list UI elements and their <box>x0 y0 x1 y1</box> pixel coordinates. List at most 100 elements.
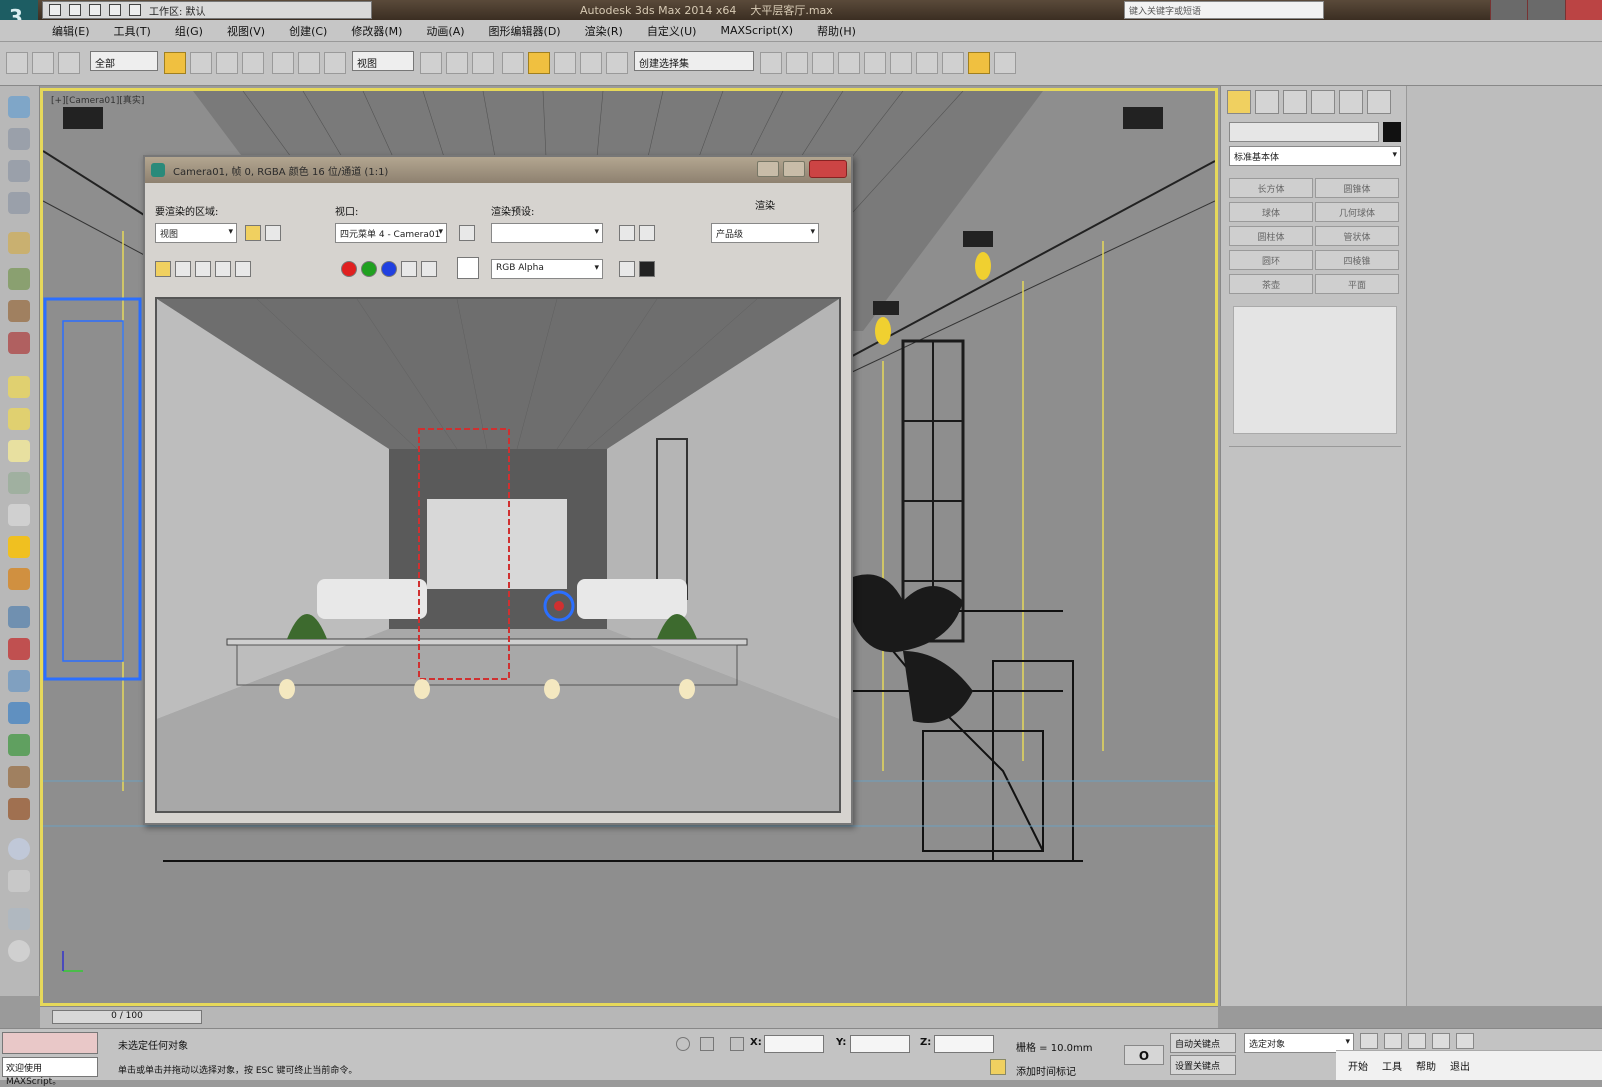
save-file-icon[interactable] <box>89 4 101 16</box>
dialog-close-button[interactable] <box>809 160 847 178</box>
taskbar-tools[interactable]: 工具 <box>1382 1058 1402 1073</box>
x-coord-field[interactable] <box>764 1035 824 1053</box>
menu-help[interactable]: 帮助(H) <box>817 23 856 39</box>
motion-tab-icon[interactable] <box>1311 90 1335 114</box>
curve-editor-icon[interactable] <box>864 52 886 74</box>
menu-views[interactable]: 视图(V) <box>227 23 265 39</box>
menu-group[interactable]: 组(G) <box>175 23 203 39</box>
mirror-icon[interactable] <box>760 52 782 74</box>
geosphere-button[interactable]: 几何球体 <box>1315 202 1399 222</box>
dialog-title-bar[interactable]: Camera01, 帧 0, RGBA 颜色 16 位/通道 (1:1) <box>145 157 851 183</box>
schematic-view-icon[interactable] <box>890 52 912 74</box>
select-manipulate-icon[interactable] <box>446 52 468 74</box>
create-tab-icon[interactable] <box>1227 90 1251 114</box>
menu-edit[interactable]: 编辑(E) <box>52 23 90 39</box>
rectangular-selection-icon[interactable] <box>216 52 238 74</box>
set-key-mode-button[interactable]: 设置关键点 <box>1170 1055 1236 1075</box>
sphere-icon[interactable] <box>8 838 30 860</box>
keyboard-shortcut-icon[interactable] <box>472 52 494 74</box>
reference-coordinate-dropdown[interactable]: 视图 <box>352 51 414 71</box>
tool-icon-6[interactable] <box>8 268 30 290</box>
taskbar-help[interactable]: 帮助 <box>1416 1058 1436 1073</box>
named-selection-dropdown[interactable]: 创建选择集 <box>634 51 754 71</box>
render-production-icon[interactable] <box>994 52 1016 74</box>
previous-frame-icon[interactable] <box>1384 1033 1402 1049</box>
object-color-swatch[interactable] <box>1383 122 1401 142</box>
link-icon[interactable] <box>6 52 28 74</box>
close-button[interactable] <box>1564 0 1602 20</box>
render-area-dropdown[interactable]: 视图 <box>155 223 237 243</box>
cone-button[interactable]: 圆锥体 <box>1315 178 1399 198</box>
copy-image-icon[interactable] <box>175 261 191 277</box>
align-icon[interactable] <box>786 52 808 74</box>
time-tag-icon[interactable] <box>990 1059 1006 1075</box>
dialog-minimize-button[interactable] <box>757 161 779 177</box>
auto-key-button[interactable]: 自动关键点 <box>1170 1033 1236 1053</box>
menu-create[interactable]: 创建(C) <box>289 23 327 39</box>
graphite-tools-icon[interactable] <box>838 52 860 74</box>
plane-button[interactable]: 平面 <box>1315 274 1399 294</box>
tube-button[interactable]: 管状体 <box>1315 226 1399 246</box>
clone-window-icon[interactable] <box>195 261 211 277</box>
pivot-center-icon[interactable] <box>420 52 442 74</box>
open-file-icon[interactable] <box>69 4 81 16</box>
y-coord-field[interactable] <box>850 1035 910 1053</box>
torus-button[interactable]: 圆环 <box>1229 250 1313 270</box>
tool-icon-13[interactable] <box>8 504 30 526</box>
color-swatch[interactable] <box>457 257 479 279</box>
move-icon[interactable] <box>272 52 294 74</box>
clear-icon[interactable] <box>235 261 251 277</box>
tool-icon-15[interactable] <box>8 568 30 590</box>
tool-icon-1[interactable] <box>8 96 30 118</box>
material-editor-icon[interactable] <box>916 52 938 74</box>
render-type-dropdown[interactable]: 产品级 <box>711 223 819 243</box>
isolate-toggle-icon[interactable] <box>676 1037 690 1051</box>
undo-icon[interactable] <box>109 4 121 16</box>
tool-icon-17[interactable] <box>8 638 30 660</box>
tool-icon-18[interactable] <box>8 670 30 692</box>
workspace-dropdown[interactable]: 工作区: 默认 <box>149 3 206 18</box>
go-to-end-icon[interactable] <box>1456 1033 1474 1049</box>
add-time-tag-button[interactable]: 添加时间标记 <box>1016 1063 1076 1078</box>
rendered-frame-window-icon[interactable] <box>968 52 990 74</box>
cylinder-button[interactable]: 圆柱体 <box>1229 226 1313 246</box>
tool-icon-25[interactable] <box>8 908 30 930</box>
render-setup-dialog-icon[interactable] <box>619 225 635 241</box>
sphere-button[interactable]: 球体 <box>1229 202 1313 222</box>
hierarchy-tab-icon[interactable] <box>1283 90 1307 114</box>
absolute-mode-icon[interactable] <box>730 1037 744 1051</box>
layer-manager-icon[interactable] <box>812 52 834 74</box>
spinner-snap-icon[interactable] <box>580 52 602 74</box>
print-icon[interactable] <box>215 261 231 277</box>
sun-light-icon[interactable] <box>8 536 30 558</box>
tool-icon-10[interactable] <box>8 408 30 430</box>
select-by-name-icon[interactable] <box>190 52 212 74</box>
time-slider[interactable]: 0 / 100 <box>52 1010 202 1024</box>
edit-region-icon[interactable] <box>245 225 261 241</box>
utilities-tab-icon[interactable] <box>1367 90 1391 114</box>
tool-icon-5[interactable] <box>8 232 30 254</box>
new-file-icon[interactable] <box>49 4 61 16</box>
toggle-ui-icon[interactable] <box>619 261 635 277</box>
select-object-icon[interactable] <box>164 52 186 74</box>
maxscript-listener-swatch[interactable] <box>2 1032 98 1054</box>
percent-snap-icon[interactable] <box>554 52 576 74</box>
pyramid-button[interactable]: 四棱锥 <box>1315 250 1399 270</box>
search-input[interactable]: 键入关键字或短语 <box>1124 1 1324 19</box>
taskbar-exit[interactable]: 退出 <box>1450 1058 1470 1073</box>
tool-icon-20[interactable] <box>8 734 30 756</box>
tool-icon-16[interactable] <box>8 606 30 628</box>
dialog-maximize-button[interactable] <box>783 161 805 177</box>
lock-selection-icon[interactable] <box>700 1037 714 1051</box>
minimize-button[interactable] <box>1490 0 1528 20</box>
red-channel-toggle[interactable] <box>341 261 357 277</box>
tool-icon-11[interactable] <box>8 440 30 462</box>
menu-customize[interactable]: 自定义(U) <box>647 23 697 39</box>
menu-graph-editors[interactable]: 图形编辑器(D) <box>489 23 561 39</box>
bind-space-warp-icon[interactable] <box>58 52 80 74</box>
window-crossing-icon[interactable] <box>242 52 264 74</box>
tool-icon-24[interactable] <box>8 870 30 892</box>
save-image-icon[interactable] <box>155 261 171 277</box>
menu-rendering[interactable]: 渲染(R) <box>585 23 623 39</box>
display-channel-icon[interactable] <box>639 261 655 277</box>
